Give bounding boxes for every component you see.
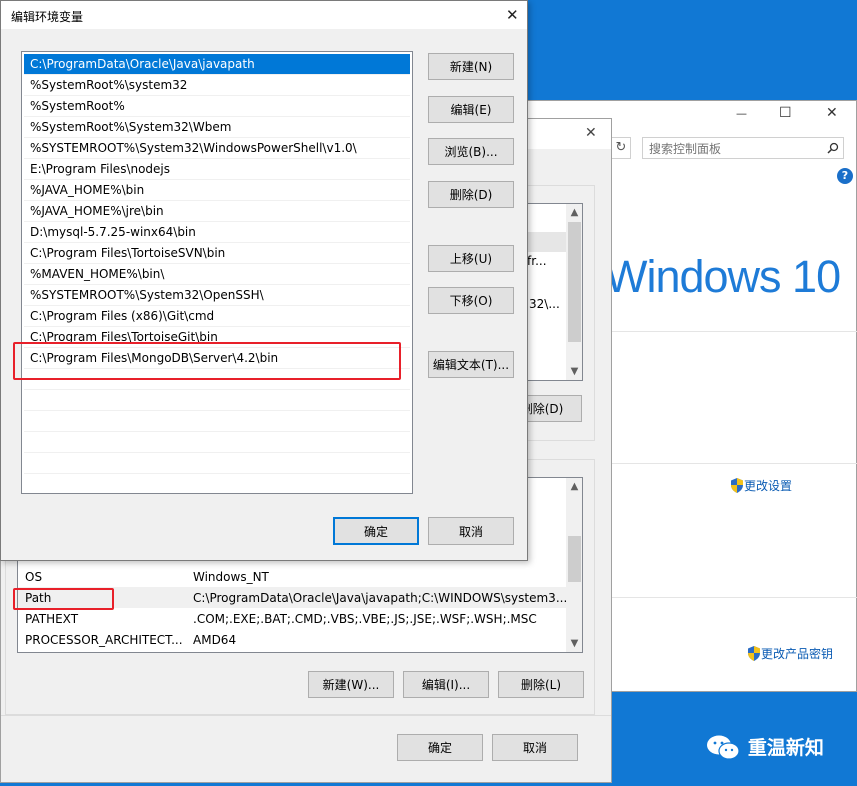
scroll-up-icon[interactable]: ▲ <box>566 204 582 221</box>
search-input[interactable] <box>647 139 821 159</box>
path-entry-text: %JAVA_HOME%\jre\bin <box>30 204 164 218</box>
empty-row <box>24 432 410 453</box>
scrollbar[interactable]: ▲ ▼ <box>566 478 582 652</box>
scrollbar[interactable]: ▲ ▼ <box>566 204 582 380</box>
path-entry-text: %JAVA_HOME%\bin <box>30 183 145 197</box>
user-value-fragment: 32\... <box>529 297 560 311</box>
empty-row <box>24 411 410 432</box>
divider <box>599 597 857 598</box>
scroll-up-icon[interactable]: ▲ <box>566 478 582 495</box>
path-highlight <box>13 588 114 610</box>
path-entry[interactable]: C:\Program Files (x86)\Git\cmd <box>24 306 410 327</box>
move-down-button[interactable]: 下移(O) <box>428 287 514 314</box>
dialog-ok-button[interactable]: 确定 <box>333 517 419 545</box>
scroll-thumb[interactable] <box>568 222 581 342</box>
change-product-key-link[interactable]: 更改产品密钥 <box>747 645 833 662</box>
path-entry[interactable]: %JAVA_HOME%\bin <box>24 180 410 201</box>
var-name: PATHEXT <box>25 612 79 626</box>
path-list[interactable]: C:\ProgramData\Oracle\Java\javapath %Syst… <box>21 51 413 494</box>
path-entry-text: D:\mysql-5.7.25-winx64\bin <box>30 225 196 239</box>
browse-button[interactable]: 浏览(B)... <box>428 138 514 165</box>
path-entry[interactable]: D:\mysql-5.7.25-winx64\bin <box>24 222 410 243</box>
divider <box>1 715 611 716</box>
ok-button[interactable]: 确定 <box>397 734 483 761</box>
path-entry-text: %SystemRoot% <box>30 99 125 113</box>
path-entry[interactable]: C:\ProgramData\Oracle\Java\javapath <box>24 54 410 75</box>
path-entry-text: C:\Program Files (x86)\Git\cmd <box>30 309 215 323</box>
path-entry-text: %SYSTEMROOT%\System32\WindowsPowerShell\… <box>30 141 357 155</box>
var-name: PROCESSOR_ARCHITECT... <box>25 633 183 647</box>
edit-text-button[interactable]: 编辑文本(T)... <box>428 351 514 378</box>
path-entry-text: %SYSTEMROOT%\System32\OpenSSH\ <box>30 288 264 302</box>
var-value: Windows_NT <box>193 570 269 584</box>
change-product-key-label: 更改产品密钥 <box>761 647 834 661</box>
path-entry[interactable]: %SystemRoot% <box>24 96 410 117</box>
var-value: AMD64 <box>193 633 237 647</box>
divider <box>599 463 857 464</box>
var-value: .COM;.EXE;.BAT;.CMD;.VBS;.VBE;.JS;.JSE;.… <box>193 612 537 626</box>
mongodb-highlight <box>13 342 401 380</box>
dialog-title: 编辑环境变量 <box>11 10 84 24</box>
path-entry-text: %MAVEN_HOME%\bin\ <box>30 267 165 281</box>
system-edit-button[interactable]: 编辑(I)... <box>403 671 489 698</box>
path-entry[interactable]: %SYSTEMROOT%\System32\OpenSSH\ <box>24 285 410 306</box>
path-entry[interactable]: %SystemRoot%\system32 <box>24 75 410 96</box>
path-entry-text: E:\Program Files\nodejs <box>30 162 171 176</box>
help-icon[interactable]: ? <box>837 168 853 184</box>
close-icon[interactable]: ✕ <box>826 105 838 121</box>
path-entry-text: C:\Program Files\TortoiseSVN\bin <box>30 246 226 260</box>
shield-icon <box>731 478 743 493</box>
empty-row <box>24 390 410 411</box>
edit-env-dialog: 编辑环境变量 ✕ C:\ProgramData\Oracle\Java\java… <box>0 0 528 561</box>
path-entry[interactable]: E:\Program Files\nodejs <box>24 159 410 180</box>
empty-row <box>24 453 410 474</box>
path-entry-text: C:\ProgramData\Oracle\Java\javapath <box>30 57 255 71</box>
system-new-button[interactable]: 新建(W)... <box>308 671 394 698</box>
windows-brand: Windows 10 <box>605 251 841 302</box>
cancel-button[interactable]: 取消 <box>492 734 578 761</box>
move-up-button[interactable]: 上移(U) <box>428 245 514 272</box>
search-box[interactable] <box>642 137 844 159</box>
edit-button[interactable]: 编辑(E) <box>428 96 514 123</box>
minimize-icon[interactable]: — <box>736 107 747 120</box>
scroll-down-icon[interactable]: ▼ <box>566 635 582 652</box>
system-var-row-pathext[interactable]: PATHEXT .COM;.EXE;.BAT;.CMD;.VBS;.VBE;.J… <box>18 608 566 629</box>
empty-row <box>24 474 410 493</box>
path-entry[interactable]: %SystemRoot%\System32\Wbem <box>24 117 410 138</box>
path-entry[interactable]: %JAVA_HOME%\jre\bin <box>24 201 410 222</box>
change-settings-label: 更改设置 <box>744 479 793 493</box>
maximize-icon[interactable]: ☐ <box>779 105 792 121</box>
dialog-cancel-button[interactable]: 取消 <box>428 517 514 545</box>
scroll-thumb[interactable] <box>568 536 581 582</box>
path-entry-text: %SystemRoot%\system32 <box>30 78 188 92</box>
system-var-row-processor[interactable]: PROCESSOR_ARCHITECT... AMD64 <box>18 629 566 650</box>
watermark-text: 重温新知 <box>747 737 824 759</box>
system-delete-button[interactable]: 删除(L) <box>498 671 584 698</box>
close-icon[interactable]: ✕ <box>506 6 519 24</box>
path-entry[interactable]: %MAVEN_HOME%\bin\ <box>24 264 410 285</box>
delete-button[interactable]: 删除(D) <box>428 181 514 208</box>
change-settings-link[interactable]: 更改设置 <box>730 477 792 494</box>
var-value: C:\ProgramData\Oracle\Java\javapath;C:\W… <box>193 591 568 605</box>
watermark: 重温新知 <box>706 733 824 762</box>
search-icon <box>827 142 839 154</box>
shield-icon <box>748 646 760 661</box>
var-name: OS <box>25 570 43 584</box>
path-entry[interactable]: %SYSTEMROOT%\System32\WindowsPowerShell\… <box>24 138 410 159</box>
close-icon[interactable]: ✕ <box>585 125 597 141</box>
divider <box>599 331 857 332</box>
scroll-down-icon[interactable]: ▼ <box>566 363 582 380</box>
system-var-row-os[interactable]: OS Windows_NT <box>18 566 566 587</box>
path-entry[interactable]: C:\Program Files\TortoiseSVN\bin <box>24 243 410 264</box>
wechat-icon <box>707 735 740 760</box>
refresh-icon[interactable]: ↻ <box>611 137 631 159</box>
new-button[interactable]: 新建(N) <box>428 53 514 80</box>
path-entry-text: %SystemRoot%\System32\Wbem <box>30 120 232 134</box>
